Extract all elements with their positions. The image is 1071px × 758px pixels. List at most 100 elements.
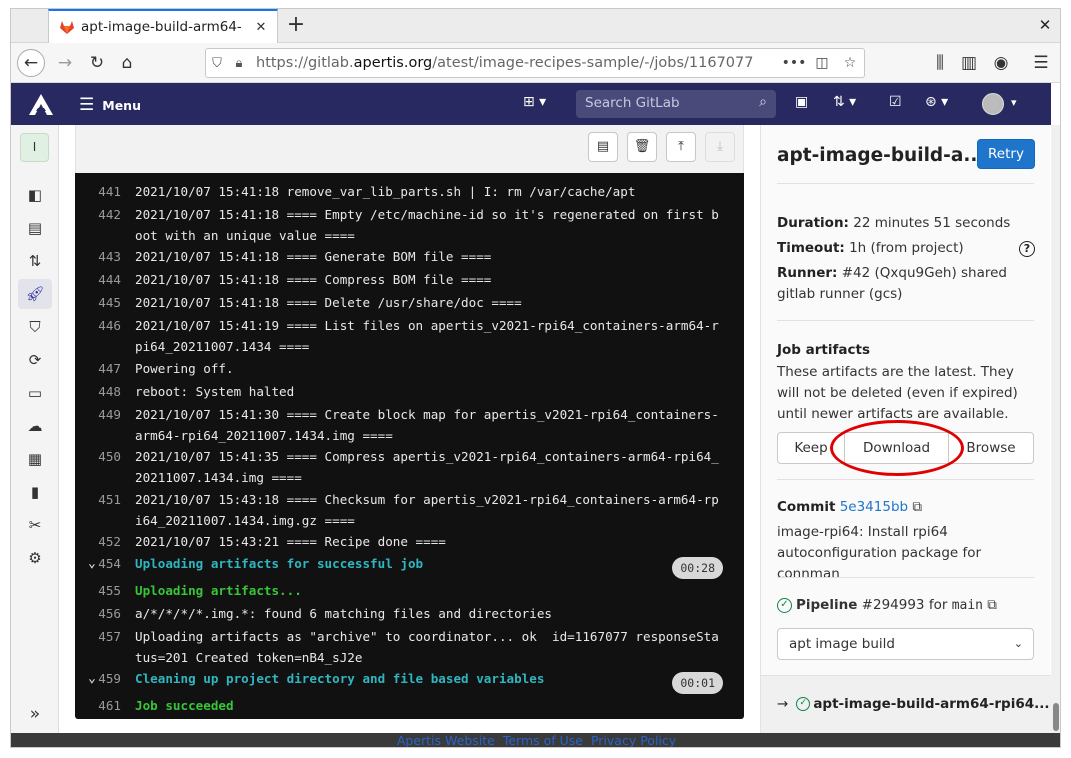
stage-select-value: apt image build xyxy=(789,636,895,652)
log-line: 452 2021/10/07 15:43:21 ==== Recipe done … xyxy=(75,532,744,553)
avatar-chevron-icon[interactable]: ▾ xyxy=(1011,96,1017,109)
log-line-number[interactable]: 456 xyxy=(75,604,135,625)
bookmark-star-icon[interactable]: ☆ xyxy=(836,55,864,71)
log-line-text: 2021/10/07 15:41:18 ==== Compress BOM fi… xyxy=(135,272,492,287)
url-text[interactable]: https://gitlab.apertis.org/atest/image-r… xyxy=(250,55,780,71)
log-line: 443 2021/10/07 15:41:18 ==== Generate BOM… xyxy=(75,247,744,268)
copy-sha-icon[interactable]: ⧉ xyxy=(912,499,922,515)
analytics-icon[interactable]: ▮ xyxy=(18,477,52,507)
issues-icon[interactable]: ▣ xyxy=(795,94,808,110)
job-log: 441 2021/10/07 15:41:18 remove_var_lib_pa… xyxy=(75,173,744,719)
search-input[interactable]: Search GitLab ⌕ xyxy=(576,90,776,118)
log-line-number[interactable]: 451 xyxy=(75,490,135,531)
divider xyxy=(777,577,1034,578)
log-line-text: 2021/10/07 15:43:18 ==== Checksum for ap… xyxy=(135,492,719,528)
log-line-number[interactable]: 446 xyxy=(75,316,135,357)
browser-tab[interactable]: apt-image-build-arm64- ✕ xyxy=(48,9,278,43)
log-line-number[interactable]: 442 xyxy=(75,205,135,246)
log-section-header[interactable]: ⌄ 459 Cleaning up project directory and fi… xyxy=(75,669,744,694)
scroll-to-bottom-icon[interactable]: ⤓ xyxy=(705,132,735,162)
deployments-icon[interactable]: ⟳ xyxy=(18,345,52,375)
erase-log-icon[interactable]: 🗑︎ xyxy=(627,132,657,162)
duration-row: Duration: 22 minutes 51 seconds xyxy=(777,213,1037,234)
pipeline-for-text: for xyxy=(928,597,948,613)
monitor-icon[interactable]: ▭ xyxy=(18,378,52,408)
pocket-icon[interactable]: ◫ xyxy=(808,55,836,71)
library-icon[interactable]: ⫼ xyxy=(926,49,954,77)
new-item-icon[interactable]: ⊞ ▾ xyxy=(523,94,546,110)
back-icon[interactable]: ← xyxy=(17,49,45,77)
security-shield-icon[interactable]: ⛉ xyxy=(18,312,52,342)
log-line-text: 2021/10/07 15:41:18 ==== Delete /usr/sha… xyxy=(135,295,522,310)
url-bar[interactable]: ⛉ 🔒︎ https://gitlab.apertis.org/atest/im… xyxy=(205,48,865,78)
merge-requests-icon[interactable]: ⇅ xyxy=(18,246,52,276)
browser-menu-icon[interactable]: ☰ xyxy=(1027,49,1055,77)
log-line-number[interactable]: 447 xyxy=(75,359,135,380)
log-line-number[interactable]: 454 xyxy=(75,554,135,575)
url-path: /atest/image-recipes-sample/-/jobs/11670… xyxy=(432,55,754,71)
page-actions-icon[interactable]: ••• xyxy=(780,55,808,71)
log-line-number[interactable]: 449 xyxy=(75,405,135,446)
log-line: 461 Job succeeded xyxy=(75,696,744,717)
log-line-number[interactable]: 444 xyxy=(75,270,135,291)
sidebar-toggle-icon[interactable]: ▥ xyxy=(955,49,983,77)
log-line-number[interactable]: 448 xyxy=(75,382,135,403)
stage-select[interactable]: apt image build ⌄ xyxy=(777,628,1034,660)
home-icon[interactable]: ⌂ xyxy=(113,49,141,77)
log-line-number[interactable]: 441 xyxy=(75,182,135,203)
log-line-number[interactable]: 459 xyxy=(75,669,135,690)
log-line-number[interactable]: 461 xyxy=(75,696,135,717)
todos-icon[interactable]: ☑ xyxy=(889,94,902,110)
commit-sha-link[interactable]: 5e3415bb xyxy=(840,499,908,515)
job-success-icon: ✓ xyxy=(796,697,811,711)
current-job-item[interactable]: → ✓ apt-image-build-arm64-rpi64... xyxy=(777,696,1050,712)
packages-icon[interactable]: ▦ xyxy=(18,444,52,474)
copy-branch-icon[interactable]: ⧉ xyxy=(987,597,997,613)
log-line: 442 2021/10/07 15:41:18 ==== Empty /etc/m… xyxy=(75,205,744,246)
help-icon[interactable]: ⊛ ▾ xyxy=(925,94,948,110)
log-line-number[interactable]: 452 xyxy=(75,532,135,553)
log-line-number[interactable]: 445 xyxy=(75,293,135,314)
section-chevron-icon[interactable]: ⌄ xyxy=(88,554,96,575)
reload-icon[interactable]: ↻ xyxy=(83,49,111,77)
footer-link-privacy[interactable]: Privacy Policy xyxy=(591,733,676,747)
log-line-number[interactable]: 443 xyxy=(75,247,135,268)
project-avatar[interactable]: I xyxy=(20,133,49,162)
menu-button[interactable]: ☰ Menu xyxy=(79,95,141,115)
cicd-rocket-icon[interactable]: 🚀︎ xyxy=(18,279,52,309)
section-chevron-icon[interactable]: ⌄ xyxy=(88,669,96,690)
collapse-sidebar-icon[interactable]: » xyxy=(18,699,52,729)
window-close-icon[interactable]: ✕ xyxy=(1034,14,1056,36)
log-line-number[interactable]: 457 xyxy=(75,627,135,668)
lock-icon[interactable]: 🔒︎ xyxy=(228,56,250,71)
raw-log-icon[interactable]: ▤ xyxy=(588,132,618,162)
footer-link-terms[interactable]: Terms of Use xyxy=(503,733,583,747)
scroll-to-top-icon[interactable]: ⤒ xyxy=(666,132,696,162)
pipeline-branch[interactable]: main xyxy=(952,598,983,613)
pipeline-id-link[interactable]: #294993 xyxy=(862,597,925,613)
timeout-help-icon[interactable]: ? xyxy=(1019,241,1035,257)
account-icon[interactable]: ◉ xyxy=(987,49,1015,77)
log-section-header[interactable]: ⌄ 454 Uploading artifacts for successful j… xyxy=(75,554,744,579)
shield-icon[interactable]: ⛉ xyxy=(206,56,228,71)
merge-requests-icon[interactable]: ⇅ ▾ xyxy=(833,94,856,110)
tab-close-icon[interactable]: ✕ xyxy=(253,20,269,35)
settings-gear-icon[interactable]: ⚙ xyxy=(18,543,52,573)
apertis-logo-icon[interactable] xyxy=(27,91,55,119)
user-avatar[interactable] xyxy=(982,93,1004,115)
repository-icon[interactable]: ◧ xyxy=(18,180,52,210)
forward-icon[interactable]: → xyxy=(51,49,79,77)
scrollbar-thumb[interactable] xyxy=(1053,703,1059,731)
footer-link-website[interactable]: Apertis Website xyxy=(397,733,495,747)
log-line-number[interactable]: 450 xyxy=(75,447,135,488)
divider xyxy=(777,320,1034,321)
new-tab-icon[interactable]: + xyxy=(283,13,309,39)
log-line-number[interactable]: 455 xyxy=(75,581,135,602)
snippets-scissors-icon[interactable]: ✂ xyxy=(18,510,52,540)
infrastructure-cloud-icon[interactable]: ☁ xyxy=(18,411,52,441)
page-scrollbar[interactable] xyxy=(1051,125,1060,733)
issues-icon[interactable]: ▤ xyxy=(18,213,52,243)
divider xyxy=(777,183,1034,184)
retry-button[interactable]: Retry xyxy=(977,139,1035,169)
log-line: 445 2021/10/07 15:41:18 ==== Delete /usr/… xyxy=(75,293,744,314)
